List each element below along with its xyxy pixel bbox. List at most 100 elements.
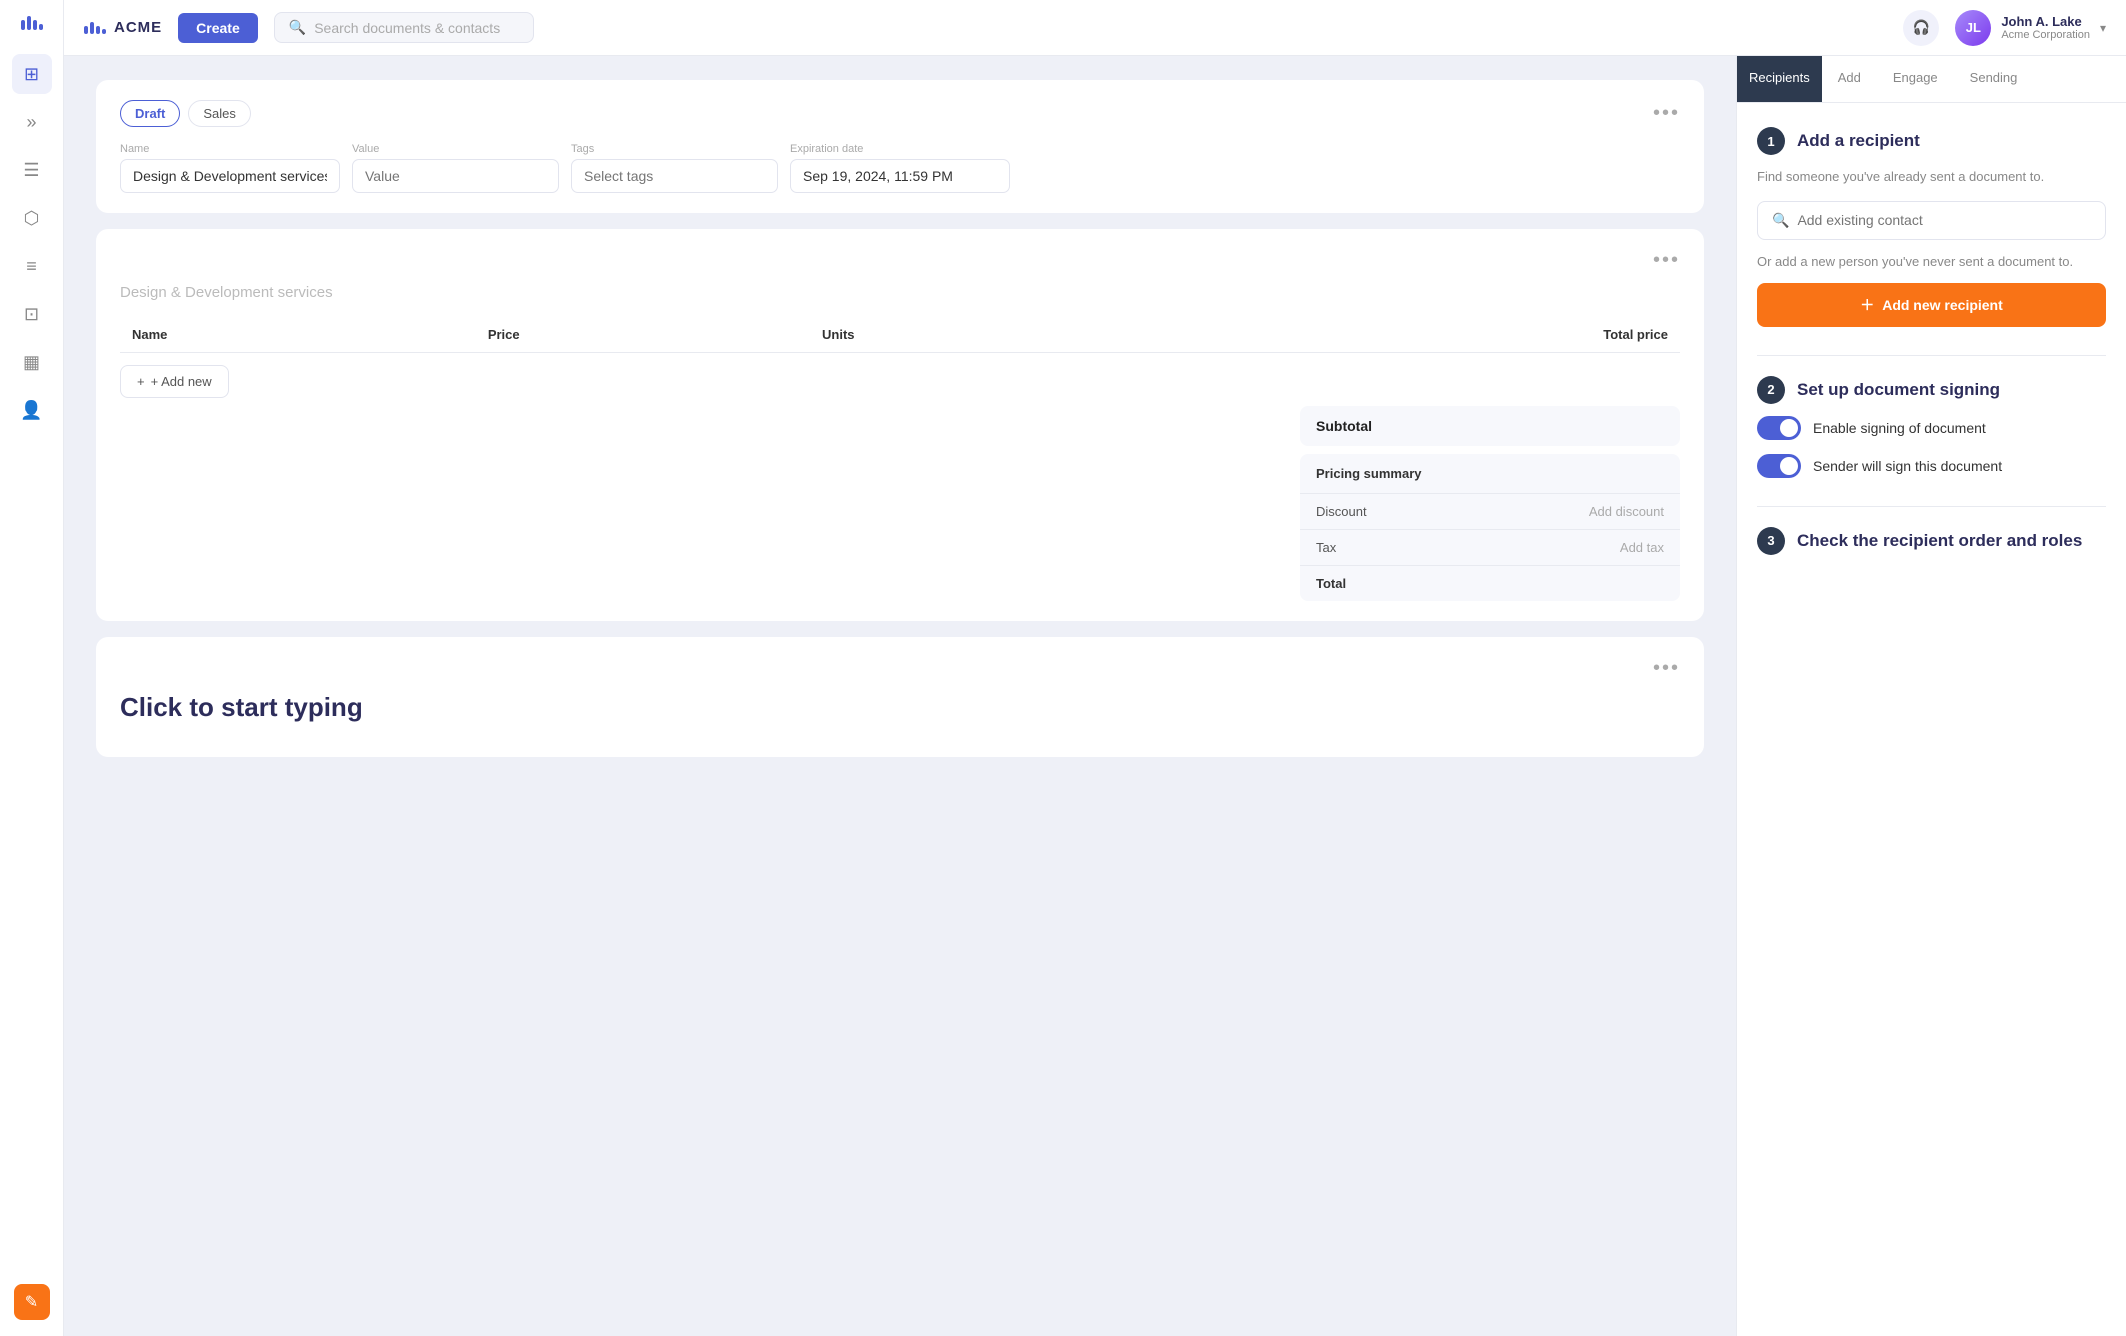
enable-signing-row: Enable signing of document — [1757, 416, 2106, 440]
support-button[interactable]: 🎧 — [1903, 10, 1939, 46]
tab-draft[interactable]: Draft — [120, 100, 180, 127]
data-table: Name Price Units Total price — [120, 317, 1680, 353]
add-tab-label: Add — [1838, 70, 1861, 85]
step-2-badge: 2 — [1757, 376, 1785, 404]
sidebar-item-contacts[interactable]: 👤 — [12, 390, 52, 430]
add-new-recipient-button[interactable]: ＋ Add new recipient — [1757, 283, 2106, 327]
tags-input[interactable] — [571, 159, 778, 193]
topnav: ACME Create 🔍 Search documents & contact… — [64, 0, 2126, 56]
search-contact-field[interactable]: 🔍 — [1757, 201, 2106, 240]
or-divider: Or add a new person you've never sent a … — [1757, 254, 2106, 269]
step-3-header: 3 Check the recipient order and roles — [1757, 527, 2106, 555]
table-head: Name Price Units Total price — [120, 317, 1680, 353]
typing-placeholder[interactable]: Click to start typing — [120, 692, 1680, 723]
step-1-section: 1 Add a recipient Find someone you've al… — [1757, 127, 2106, 327]
tab-recipients[interactable]: Recipients — [1737, 56, 1822, 102]
toggle-slider-1 — [1757, 416, 1801, 440]
table-card-header: ••• — [120, 249, 1680, 272]
doc-area: Draft Sales ••• Name Value Tags — [64, 56, 1736, 1336]
layers-icon: ≡ — [26, 256, 37, 277]
doc-tabs: Draft Sales — [120, 100, 251, 127]
logo — [13, 16, 51, 30]
tl-bar4 — [102, 29, 106, 34]
sidebar-item-chart[interactable]: ▦ — [12, 342, 52, 382]
table-section-title: Design & Development services — [120, 284, 1680, 301]
dashboard-icon: ⊞ — [24, 64, 39, 85]
discount-row: Discount Add discount — [1300, 494, 1680, 530]
divider-2 — [1757, 506, 2106, 507]
tab-sending[interactable]: Sending — [1954, 56, 2034, 102]
doc-fields: Name Value Tags Expiration date — [120, 143, 1680, 193]
add-new-button[interactable]: + + Add new — [120, 365, 229, 398]
right-panel: Recipients Add Engage Sending — [1736, 56, 2126, 1336]
total-row: Total — [1300, 566, 1680, 601]
sidebar-item-chevrons[interactable]: » — [12, 102, 52, 142]
toggle-slider-2 — [1757, 454, 1801, 478]
add-discount-link[interactable]: Add discount — [1589, 504, 1664, 519]
sender-sign-toggle[interactable] — [1757, 454, 1801, 478]
add-recipient-label: Add new recipient — [1882, 297, 2003, 313]
search-icon: 🔍 — [289, 19, 306, 36]
brand-name: ACME — [114, 19, 162, 36]
pricing-summary: Pricing summary Discount Add discount Ta… — [1300, 454, 1680, 601]
edit-icon-button[interactable]: ✎ — [14, 1284, 50, 1320]
step-2-section: 2 Set up document signing Enable signing… — [1757, 376, 2106, 478]
existing-contact-input[interactable] — [1797, 212, 2091, 228]
step-1-badge: 1 — [1757, 127, 1785, 155]
avatar: JL — [1955, 10, 1991, 46]
col-units: Units — [810, 317, 1148, 353]
topnav-right: 🎧 JL John A. Lake Acme Corporation ▾ — [1903, 10, 2106, 46]
topnav-logo-bars — [84, 22, 106, 34]
table-more-options[interactable]: ••• — [1653, 249, 1680, 272]
doc-header-card: Draft Sales ••• Name Value Tags — [96, 80, 1704, 213]
typing-card[interactable]: ••• Click to start typing — [96, 637, 1704, 757]
pricing-box: Subtotal Pricing summary Discount Add di… — [1300, 406, 1680, 601]
sender-sign-label: Sender will sign this document — [1813, 458, 2002, 474]
subtotal-label: Subtotal — [1316, 418, 1372, 434]
user-menu[interactable]: JL John A. Lake Acme Corporation ▾ — [1955, 10, 2106, 46]
step-2-header: 2 Set up document signing — [1757, 376, 2106, 404]
step-3-badge: 3 — [1757, 527, 1785, 555]
user-org: Acme Corporation — [2001, 29, 2090, 41]
divider-1 — [1757, 355, 2106, 356]
tab-add[interactable]: Add — [1822, 56, 1877, 102]
field-name: Name — [120, 143, 340, 193]
content-area: Draft Sales ••• Name Value Tags — [64, 56, 2126, 1336]
add-tax-link[interactable]: Add tax — [1620, 540, 1664, 555]
search-bar[interactable]: 🔍 Search documents & contacts — [274, 12, 534, 43]
typing-more-options[interactable]: ••• — [1653, 657, 1680, 680]
tl-bar2 — [90, 22, 94, 34]
name-input[interactable] — [120, 159, 340, 193]
total-label: Total — [1316, 576, 1346, 591]
more-options-button[interactable]: ••• — [1653, 102, 1680, 125]
enable-signing-toggle[interactable] — [1757, 416, 1801, 440]
topnav-logo: ACME — [84, 19, 162, 36]
value-input[interactable] — [352, 159, 559, 193]
search-placeholder: Search documents & contacts — [314, 20, 500, 36]
sidebar-item-inbox[interactable]: ⊡ — [12, 294, 52, 334]
col-name: Name — [120, 317, 476, 353]
tax-row: Tax Add tax — [1300, 530, 1680, 566]
sidebar-item-layers[interactable]: ≡ — [12, 246, 52, 286]
user-details: John A. Lake Acme Corporation — [2001, 14, 2090, 41]
sending-tab-label: Sending — [1970, 70, 2018, 85]
table-header-row: Name Price Units Total price — [120, 317, 1680, 353]
add-new-label: + Add new — [151, 374, 212, 389]
tab-sales[interactable]: Sales — [188, 100, 251, 127]
panel-content: 1 Add a recipient Find someone you've al… — [1737, 103, 2126, 607]
tab-engage[interactable]: Engage — [1877, 56, 1954, 102]
cube-icon: ⬡ — [24, 208, 40, 229]
sidebar-item-cube[interactable]: ⬡ — [12, 198, 52, 238]
field-value: Value — [352, 143, 559, 193]
create-button[interactable]: Create — [178, 13, 258, 43]
expiry-input[interactable] — [790, 159, 1010, 193]
sidebar-item-document[interactable]: ☰ — [12, 150, 52, 190]
headphone-icon: 🎧 — [1913, 19, 1930, 36]
subtotal-row: Subtotal — [1300, 406, 1680, 446]
user-name: John A. Lake — [2001, 14, 2090, 29]
field-expiry-label: Expiration date — [790, 143, 1010, 155]
step-1-title: Add a recipient — [1797, 131, 1920, 151]
field-name-label: Name — [120, 143, 340, 155]
sidebar-item-dashboard[interactable]: ⊞ — [12, 54, 52, 94]
table-card: ••• Design & Development services Name P… — [96, 229, 1704, 621]
